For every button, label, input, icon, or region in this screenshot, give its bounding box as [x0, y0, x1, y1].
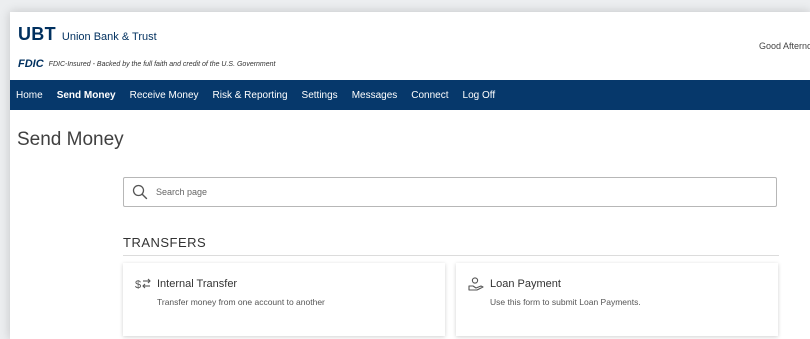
search-box[interactable]	[123, 177, 777, 207]
main-navbar: Home Send Money Receive Money Risk & Rep…	[10, 80, 810, 110]
nav-send-money[interactable]: Send Money	[50, 90, 123, 101]
header: UBT Union Bank & Trust FDIC FDIC-Insured…	[10, 12, 810, 79]
svg-text:$: $	[135, 279, 141, 291]
logo-name: Union Bank & Trust	[61, 31, 157, 43]
greeting: Good Afterno	[758, 41, 810, 51]
nav-home[interactable]: Home	[10, 90, 50, 101]
nav-risk-reporting[interactable]: Risk & Reporting	[206, 90, 295, 101]
card-description: Transfer money from one account to anoth…	[157, 297, 325, 307]
card-title: Internal Transfer	[157, 278, 238, 290]
logo-mark: UBT	[18, 24, 56, 44]
nav-receive-money[interactable]: Receive Money	[123, 90, 206, 101]
card-description: Use this form to submit Loan Payments.	[490, 297, 641, 307]
fdic-logo: FDIC	[18, 58, 44, 70]
page-title: Send Money	[17, 129, 124, 150]
search-input[interactable]	[154, 186, 758, 198]
nav-settings[interactable]: Settings	[295, 90, 345, 101]
bank-logo[interactable]: UBT Union Bank & Trust	[18, 24, 157, 45]
nav-log-off[interactable]: Log Off	[456, 90, 503, 101]
transfer-dollar-icon: $	[135, 277, 151, 291]
card-title: Loan Payment	[490, 278, 561, 290]
internal-transfer-card[interactable]: $ Internal Transfer Transfer money from …	[123, 263, 445, 336]
fdic-notice: FDIC FDIC-Insured - Backed by the full f…	[18, 58, 276, 70]
loan-payment-card[interactable]: Loan Payment Use this form to submit Loa…	[456, 263, 778, 336]
fdic-text: FDIC-Insured - Backed by the full faith …	[48, 60, 276, 68]
app-window: UBT Union Bank & Trust FDIC FDIC-Insured…	[10, 12, 810, 339]
nav-connect[interactable]: Connect	[404, 90, 455, 101]
nav-messages[interactable]: Messages	[345, 90, 405, 101]
section-heading-transfers: TRANSFERS	[123, 235, 779, 256]
search-icon	[132, 184, 148, 200]
loan-payment-icon	[468, 277, 484, 291]
